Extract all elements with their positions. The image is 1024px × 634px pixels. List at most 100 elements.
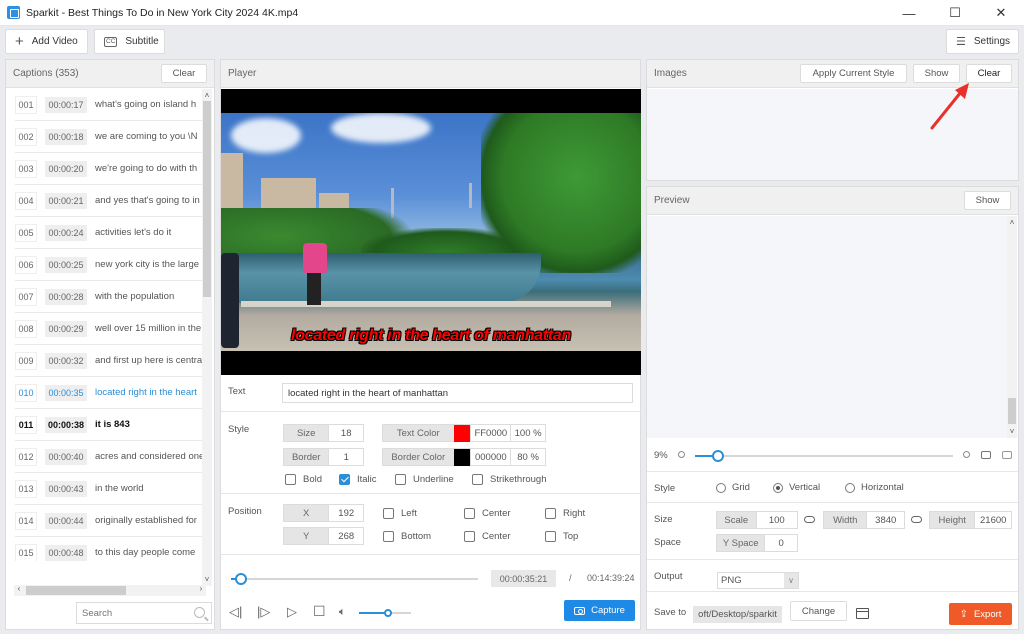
style-horizontal-radio[interactable]: Horizontal [845, 482, 904, 493]
checkbox-icon[interactable] [472, 474, 483, 485]
caption-row[interactable]: 007 00:00:28 with the population [15, 281, 204, 313]
checkbox-icon[interactable] [545, 508, 556, 519]
caption-text[interactable]: we are coming to you \N [95, 131, 203, 142]
border-color-swatch[interactable] [453, 449, 471, 466]
change-path-button[interactable]: Change [790, 601, 847, 621]
align-top-checkbox[interactable]: Top [545, 531, 578, 542]
seek-track[interactable] [231, 578, 478, 580]
radio-icon[interactable] [845, 482, 855, 493]
link-icon[interactable] [804, 516, 815, 523]
text-color-hex[interactable]: FF0000 [470, 425, 511, 441]
align-center-v-checkbox[interactable]: Center [464, 531, 511, 542]
width-field[interactable]: Width 3840 [823, 511, 905, 529]
add-video-button[interactable]: + Add Video [5, 29, 88, 54]
caption-row[interactable]: 013 00:00:43 in the world [15, 473, 204, 505]
caption-time[interactable]: 00:00:32 [45, 352, 87, 369]
caption-row[interactable]: 008 00:00:29 well over 15 million in the [15, 313, 204, 345]
scroll-thumb[interactable] [203, 101, 211, 297]
zoom-out-icon[interactable] [678, 451, 685, 458]
align-left-checkbox[interactable]: Left [383, 508, 417, 519]
caption-text[interactable]: with the population [95, 291, 203, 302]
radio-icon[interactable] [716, 482, 726, 493]
border-value[interactable]: 1 [328, 449, 363, 465]
captions-horizontal-scrollbar[interactable]: ‹ › [14, 584, 206, 596]
caption-row[interactable]: 006 00:00:25 new york city is the large [15, 249, 204, 281]
scroll-right-icon[interactable]: › [196, 584, 206, 593]
horizontal-scroll-thumb[interactable] [26, 586, 126, 595]
caption-time[interactable]: 00:00:18 [45, 128, 87, 145]
checkbox-icon[interactable] [464, 531, 475, 542]
caption-time[interactable]: 00:00:40 [45, 448, 87, 465]
previous-frame-icon[interactable]: ◁| [229, 605, 242, 619]
width-value[interactable]: 3840 [866, 512, 904, 528]
close-button[interactable]: ✕ [978, 0, 1024, 26]
caption-time[interactable]: 00:00:43 [45, 480, 87, 497]
caption-text[interactable]: originally established for [95, 515, 203, 526]
italic-checkbox[interactable]: Italic [339, 474, 377, 485]
caption-time[interactable]: 00:00:17 [45, 96, 87, 113]
caption-text[interactable]: located right in the heart [95, 387, 203, 398]
border-opacity[interactable]: 80 % [510, 449, 545, 465]
preview-scrollbar[interactable]: ˄ ˅ [1007, 216, 1017, 438]
output-format-select[interactable]: PNG ∨ [717, 572, 799, 589]
caption-row[interactable]: 010 00:00:35 located right in the heart [15, 377, 204, 409]
y-value[interactable]: 268 [328, 528, 363, 544]
caption-time[interactable]: 00:00:44 [45, 512, 87, 529]
images-clear-button[interactable]: Clear [966, 64, 1012, 83]
scroll-up-icon[interactable]: ˄ [202, 91, 212, 100]
text-color-field[interactable]: Text Color FF0000 100 % [382, 424, 546, 442]
images-show-button[interactable]: Show [913, 64, 960, 83]
caption-text[interactable]: it is 843 [95, 419, 203, 430]
scroll-up-icon[interactable]: ˄ [1007, 218, 1017, 227]
zoom-in-icon[interactable] [963, 451, 970, 458]
style-vertical-radio[interactable]: Vertical [773, 482, 820, 493]
caption-time[interactable]: 00:00:24 [45, 224, 87, 241]
height-value[interactable]: 21600 [974, 512, 1011, 528]
maximize-button[interactable]: ☐ [932, 0, 978, 26]
play-icon[interactable]: ▷ [287, 605, 297, 619]
fit-screen-icon[interactable] [981, 451, 991, 459]
checkbox-icon[interactable] [464, 508, 475, 519]
volume-handle[interactable] [383, 609, 392, 617]
caption-row[interactable]: 015 00:00:48 to this day people come [15, 537, 204, 561]
align-right-checkbox[interactable]: Right [545, 508, 585, 519]
text-color-swatch[interactable] [453, 425, 471, 442]
checkbox-icon[interactable] [383, 508, 394, 519]
chevron-down-icon[interactable]: ∨ [784, 573, 798, 588]
volume-icon[interactable]: 🔈︎ [339, 605, 346, 619]
scroll-down-icon[interactable]: ˅ [202, 575, 212, 584]
next-frame-icon[interactable]: |▷ [257, 605, 270, 619]
x-value[interactable]: 192 [328, 505, 363, 521]
caption-text[interactable]: in the world [95, 483, 203, 494]
video-viewport[interactable]: located right in the heart of manhattan [221, 89, 641, 375]
settings-button[interactable]: ☰ Settings [946, 29, 1019, 54]
search-icon[interactable] [194, 607, 205, 618]
zoom-handle[interactable] [712, 450, 725, 462]
caption-text[interactable]: activities let's do it [95, 227, 203, 238]
border-field[interactable]: Border 1 [283, 448, 364, 466]
checkbox-icon[interactable] [395, 474, 406, 485]
strikethrough-checkbox[interactable]: Strikethrough [472, 474, 547, 485]
y-space-field[interactable]: Y Space 0 [716, 534, 798, 552]
size-value[interactable]: 18 [328, 425, 363, 441]
caption-time[interactable]: 00:00:48 [45, 544, 87, 561]
caption-time[interactable]: 00:00:29 [45, 320, 87, 337]
caption-text[interactable]: well over 15 million in the [95, 323, 203, 334]
subtitle-button[interactable]: CC Subtitle [94, 29, 165, 54]
preview-scroll-thumb[interactable] [1008, 398, 1016, 424]
caption-text[interactable]: acres and considered one [95, 451, 203, 462]
caption-text[interactable]: to this day people come [95, 547, 203, 558]
caption-row[interactable]: 005 00:00:24 activities let's do it [15, 217, 204, 249]
x-field[interactable]: X 192 [283, 504, 364, 522]
caption-time[interactable]: 00:00:21 [45, 192, 87, 209]
seek-handle[interactable] [234, 573, 247, 585]
scale-field[interactable]: Scale 100 [716, 511, 798, 529]
capture-button[interactable]: Capture [564, 600, 635, 621]
caption-row[interactable]: 009 00:00:32 and first up here is centra [15, 345, 204, 377]
caption-time[interactable]: 00:00:25 [45, 256, 87, 273]
caption-text[interactable]: we're going to do with th [95, 163, 203, 174]
checkbox-icon[interactable] [285, 474, 296, 485]
apply-current-style-button[interactable]: Apply Current Style [800, 64, 907, 83]
stop-icon[interactable]: ☐ [313, 604, 326, 618]
align-bottom-checkbox[interactable]: Bottom [383, 531, 431, 542]
